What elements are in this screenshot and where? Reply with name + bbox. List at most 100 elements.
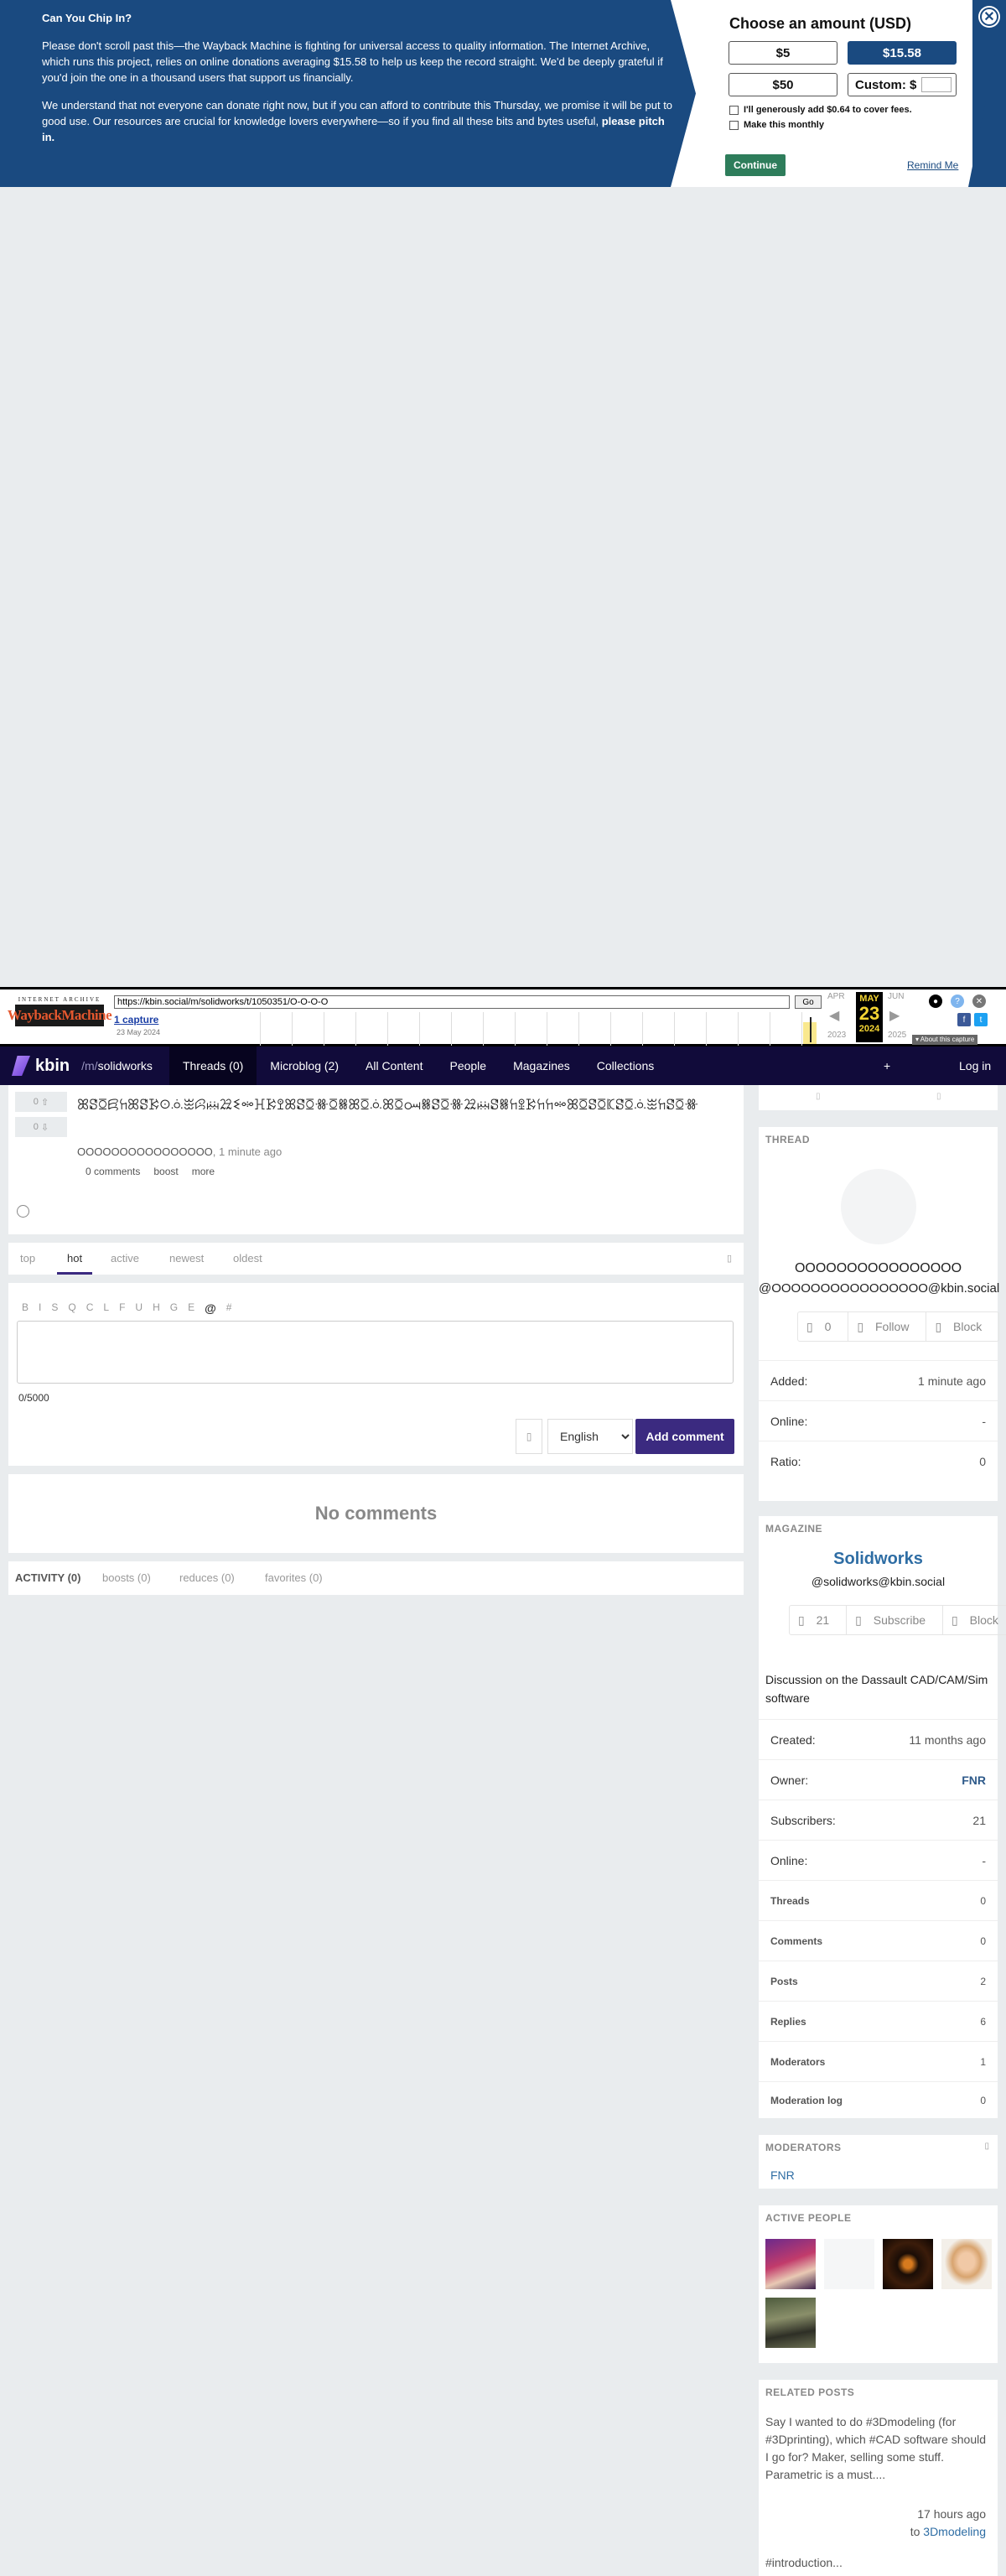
sort-active[interactable]: active	[111, 1243, 139, 1275]
login-link[interactable]: Log in	[959, 1046, 991, 1085]
view-options-icon[interactable]: ▯	[727, 1253, 732, 1264]
tab-threads[interactable]: Threads (0)	[169, 1046, 257, 1085]
sort-oldest[interactable]: oldest	[233, 1243, 262, 1275]
related-magazine-link[interactable]: 3Dmodeling	[923, 2525, 986, 2538]
downvote-button[interactable]: 0 ⇩	[15, 1117, 67, 1137]
wayback-go-button[interactable]: Go	[795, 995, 822, 1009]
avatar[interactable]	[765, 2298, 816, 2348]
toggle-icon[interactable]	[17, 1205, 29, 1218]
upvote-button[interactable]: 0 ⇧	[15, 1092, 67, 1112]
magazine-link[interactable]: /m/solidworks	[81, 1059, 153, 1072]
block-user-button[interactable]: ▯ Block	[926, 1312, 998, 1341]
block-magazine-button[interactable]: ▯ Block	[943, 1606, 1006, 1634]
next-arrow-icon[interactable]: ▶	[889, 1007, 900, 1024]
subscribe-button[interactable]: ▯ Subscribe	[847, 1606, 944, 1634]
boosts-tab[interactable]: boosts (0)	[102, 1561, 151, 1595]
close-icon[interactable]: ✕	[980, 8, 998, 26]
hashtag-icon[interactable]: #	[226, 1301, 232, 1315]
tab-microblog[interactable]: Microblog (2)	[257, 1046, 352, 1085]
magazine-name[interactable]: Solidworks	[759, 1550, 998, 1569]
add-comment-button[interactable]: Add comment	[635, 1419, 734, 1454]
count-moderation-log[interactable]: Moderation log 0	[759, 2081, 998, 2118]
monthly-checkbox[interactable]: Make this monthly	[729, 120, 964, 130]
count-moderators[interactable]: Moderators 1	[759, 2041, 998, 2081]
sidebar-icon-right[interactable]: ▯	[936, 1092, 941, 1101]
donation-text: Can You Chip In? Please don't scroll pas…	[42, 10, 679, 157]
code-icon[interactable]: C	[86, 1301, 94, 1315]
avatar[interactable]	[765, 2239, 816, 2289]
more-button[interactable]: more	[192, 1166, 215, 1177]
next-year[interactable]: 2025	[888, 1031, 906, 1040]
favorites-tab[interactable]: favorites (0)	[265, 1561, 323, 1595]
related-post-next[interactable]: #introduction...	[765, 2556, 843, 2569]
amount-15-58-button[interactable]: $15.58	[848, 41, 957, 65]
avatar[interactable]	[941, 2239, 992, 2289]
strike-icon[interactable]: S	[51, 1301, 58, 1315]
thread-username[interactable]: OOOOOOOOOOOOOOOO	[759, 1261, 998, 1276]
tab-all-content[interactable]: All Content	[352, 1046, 436, 1085]
help-icon[interactable]: ?	[951, 995, 964, 1008]
amount-50-button[interactable]: $50	[729, 73, 837, 96]
follow-button[interactable]: ▯ Follow	[848, 1312, 927, 1341]
sort-top[interactable]: top	[20, 1243, 35, 1275]
sort-newest[interactable]: newest	[169, 1243, 204, 1275]
bold-icon[interactable]: B	[22, 1301, 29, 1315]
avatar[interactable]	[841, 1169, 916, 1244]
tab-magazines[interactable]: Magazines	[500, 1046, 583, 1085]
capture-sparkline[interactable]	[260, 1012, 825, 1046]
sidebar-icon-left[interactable]: ▯	[816, 1092, 821, 1101]
wayback-url-input[interactable]: https://kbin.social/m/solidworks/t/10503…	[114, 995, 790, 1009]
image-icon[interactable]: F	[119, 1301, 125, 1315]
prev-year[interactable]: 2023	[827, 1031, 846, 1040]
sort-hot[interactable]: hot	[57, 1243, 93, 1275]
comments-link[interactable]: 0 comments	[77, 1166, 140, 1177]
avatar[interactable]	[824, 2239, 874, 2289]
thread-author[interactable]: OOOOOOOOOOOOOOOO	[77, 1145, 213, 1158]
activity-tab[interactable]: ACTIVITY (0)	[15, 1561, 81, 1595]
italic-icon[interactable]: I	[39, 1301, 41, 1315]
quote-icon[interactable]: Q	[68, 1301, 75, 1315]
captures-link[interactable]: 1 capture	[114, 1014, 158, 1026]
prev-month[interactable]: APR	[827, 992, 845, 1001]
count-posts[interactable]: Posts 2	[759, 1961, 998, 2001]
cover-fees-checkbox[interactable]: I'll generously add $0.64 to cover fees.	[729, 105, 964, 115]
comment-form: B I S Q C L F U H G E @ # 0/5000 ▯ Engli…	[8, 1283, 744, 1466]
tab-collections[interactable]: Collections	[583, 1046, 667, 1085]
count-threads[interactable]: Threads 0	[759, 1880, 998, 1920]
list-icon[interactable]: U	[135, 1301, 143, 1315]
facebook-icon[interactable]: f	[957, 1013, 971, 1026]
wayback-logo[interactable]: INTERNET ARCHIVE WaybackMachine	[8, 996, 112, 1026]
language-select[interactable]: English	[547, 1419, 633, 1454]
spoiler-icon[interactable]: G	[170, 1301, 178, 1315]
avatar[interactable]	[883, 2239, 933, 2289]
comment-input[interactable]	[17, 1321, 734, 1384]
boost-button[interactable]: boost	[153, 1166, 178, 1177]
amount-5-button[interactable]: $5	[729, 41, 837, 65]
custom-amount-input[interactable]	[921, 77, 952, 92]
continue-button[interactable]: Continue	[725, 154, 786, 176]
tab-people[interactable]: People	[436, 1046, 500, 1085]
about-capture-link[interactable]: ▾ About this capture	[912, 1035, 978, 1045]
attach-image-icon[interactable]: ▯	[516, 1419, 542, 1454]
close-toolbar-icon[interactable]: ✕	[972, 995, 986, 1008]
mention-icon[interactable]: @	[205, 1301, 216, 1315]
count-replies[interactable]: Replies 6	[759, 2001, 998, 2041]
reduces-tab[interactable]: reduces (0)	[179, 1561, 235, 1595]
kbin-logo[interactable]: kbin	[12, 1056, 70, 1076]
prev-arrow-icon[interactable]: ◀	[829, 1007, 839, 1024]
thread-title[interactable]: ꕤꗟꗞꗛꖷꕤꗟꗣꖴꗝꖿꕸꗜꗠꗨꗮꖾꗣꖶꕤꗟꗞꗥꗞꗤꕤꗞꗝꕤꗞꗢꗤꗟꗞꗥꗠꗜꗟꗤꖷ…	[77, 1095, 698, 1115]
owner-link[interactable]: FNR	[962, 1774, 986, 1787]
remind-me-link[interactable]: Remind Me	[907, 159, 958, 171]
heading-icon[interactable]: H	[153, 1301, 160, 1315]
add-icon[interactable]: +	[884, 1046, 890, 1085]
emoji-icon[interactable]: E	[188, 1301, 194, 1315]
next-month[interactable]: JUN	[888, 992, 904, 1001]
twitter-icon[interactable]: t	[974, 1013, 988, 1026]
user-icon[interactable]: ●	[929, 995, 942, 1008]
expand-icon[interactable]: ▯	[984, 2142, 989, 2151]
related-post-text[interactable]: Say I wanted to do #3Dmodeling (for #3Dp…	[765, 2413, 992, 2484]
moderator-link[interactable]: FNR	[770, 2168, 795, 2182]
link-icon[interactable]: L	[103, 1301, 109, 1315]
amount-custom-field[interactable]: Custom: $	[848, 73, 957, 96]
count-comments[interactable]: Comments 0	[759, 1920, 998, 1961]
